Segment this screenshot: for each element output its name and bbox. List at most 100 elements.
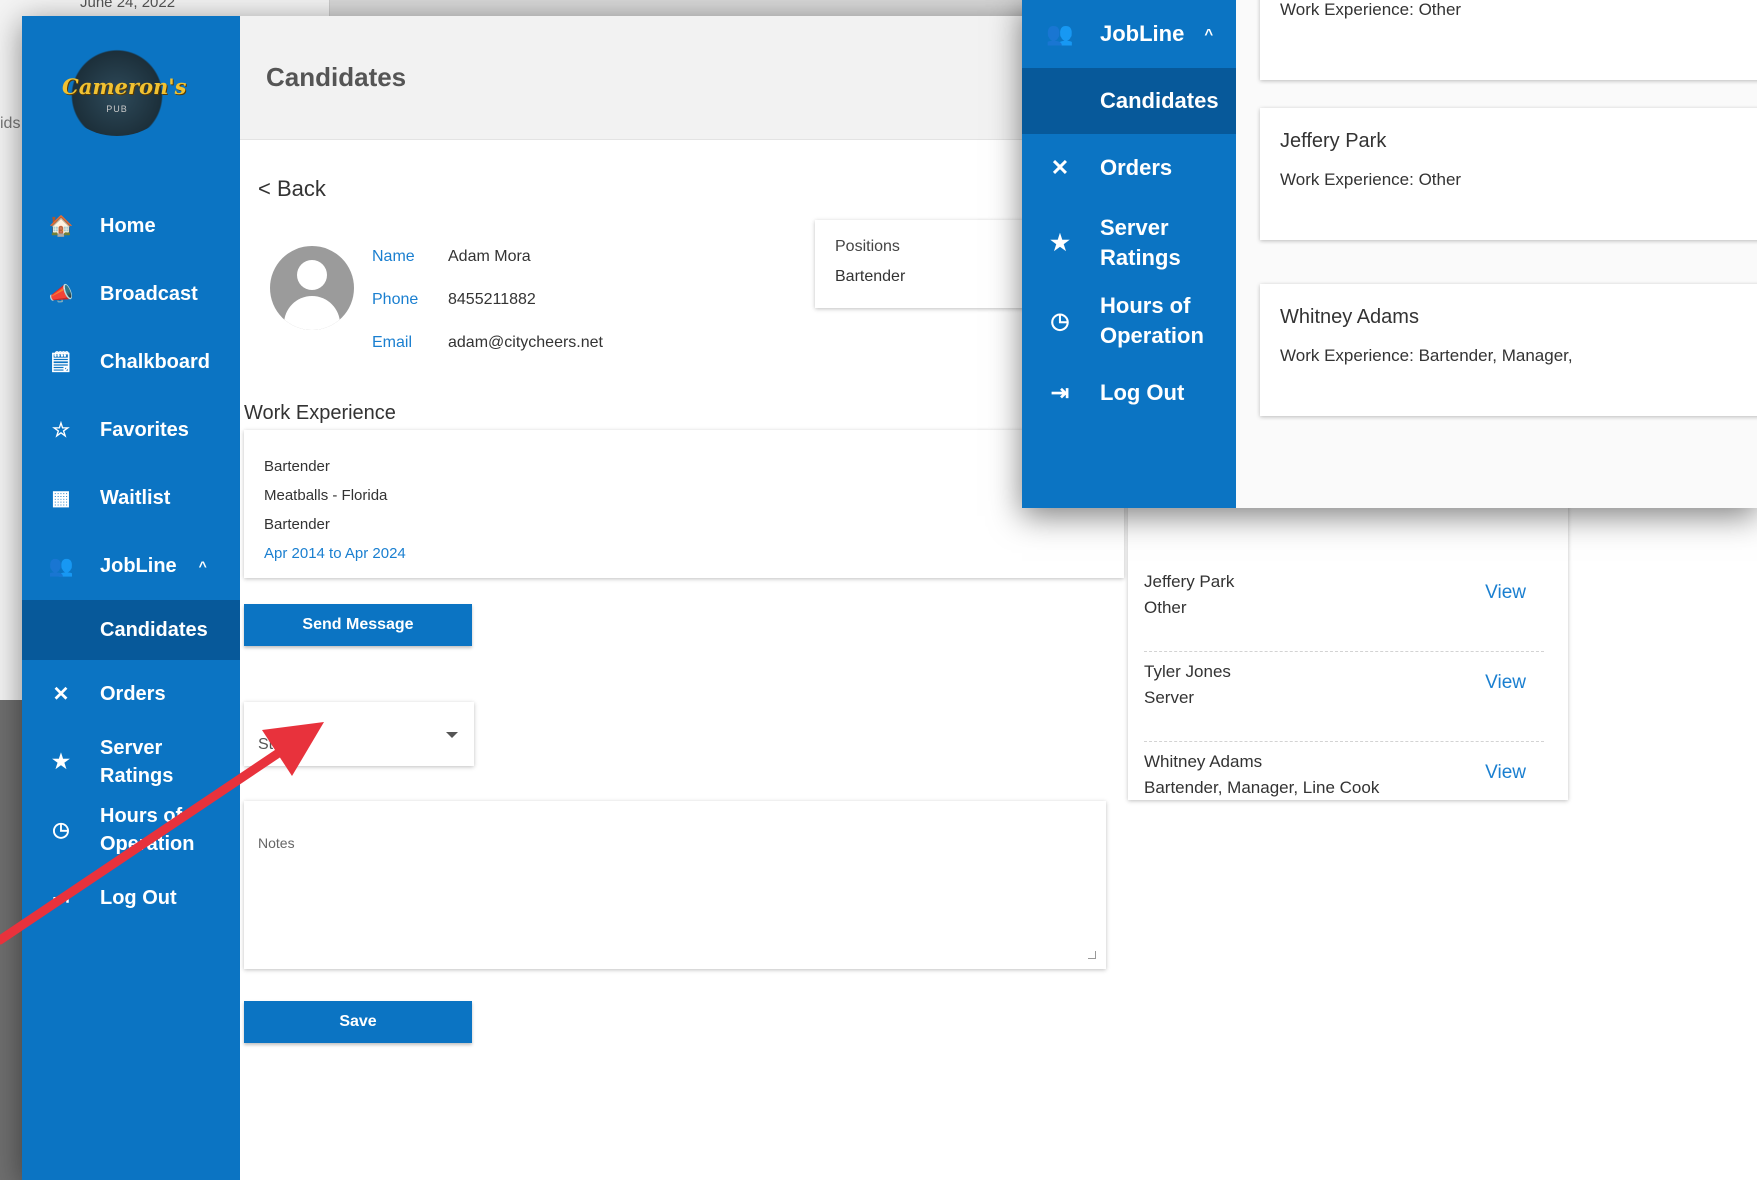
overlay-item-label: Log Out xyxy=(1100,380,1185,405)
sidebar-item-waitlist[interactable]: ▦ Waitlist xyxy=(22,464,240,532)
overlay-item-jobline[interactable]: 👥 JobLine ^ xyxy=(1022,0,1236,68)
overlay-item-hours[interactable]: ◷ Hours of Operation xyxy=(1022,282,1236,360)
sidebar-item-label: Orders xyxy=(100,682,166,705)
sidebar-item-label: Broadcast xyxy=(100,282,198,305)
candidate-list-card: Jeffery Park Other View Tyler Jones Serv… xyxy=(1128,500,1568,800)
candidate-email[interactable]: adam@citycheers.net xyxy=(448,334,603,352)
chevron-up-icon: ^ xyxy=(198,558,207,574)
list-item: Tyler Jones Server View xyxy=(1144,662,1544,742)
utensils-icon: ✕ xyxy=(1050,155,1070,180)
phone-label: Phone xyxy=(372,291,419,308)
overlay-candidate-card[interactable]: Jeffery Park Work Experience: Other xyxy=(1260,108,1757,240)
sidebar-item-logout[interactable]: ⇥ Log Out xyxy=(22,864,240,932)
overlay-item-label: JobLine xyxy=(1100,21,1185,46)
grid-icon: ▦ xyxy=(51,487,71,510)
chalkboard-icon: 🗒 xyxy=(48,351,74,374)
experience-company: Meatballs - Florida xyxy=(264,487,388,504)
positions-label: Positions xyxy=(835,238,900,255)
sidebar-item-chalkboard[interactable]: 🗒 Chalkboard xyxy=(22,328,240,396)
overlay-window: 👥 JobLine ^ Candidates ✕ Orders ★ Server… xyxy=(1022,0,1757,508)
avatar-body xyxy=(284,296,340,330)
back-link[interactable]: < Back xyxy=(258,176,326,202)
experience-title: Bartender xyxy=(264,458,330,475)
overlay-card-name: Jeffery Park xyxy=(1280,130,1387,152)
sidebar-item-label: Waitlist xyxy=(100,486,171,509)
overlay-item-orders[interactable]: ✕ Orders xyxy=(1022,134,1236,202)
send-message-button[interactable]: Send Message xyxy=(244,604,472,646)
logout-icon: ⇥ xyxy=(1050,380,1070,405)
sidebar-item-hours[interactable]: ◷ Hours of Operation xyxy=(22,796,240,864)
avatar xyxy=(270,246,354,330)
megaphone-icon: 📣 xyxy=(48,283,74,306)
view-link[interactable]: View xyxy=(1485,762,1526,784)
sidebar-item-jobline[interactable]: 👥 JobLine ^ xyxy=(22,532,240,600)
star-outline-icon: ☆ xyxy=(52,419,70,442)
sidebar-item-orders[interactable]: ✕ Orders xyxy=(22,660,240,728)
list-item: Jeffery Park Other View xyxy=(1144,572,1544,652)
save-button[interactable]: Save xyxy=(244,1001,472,1043)
sidebar: Cameron's PUB 🏠 Home 📣 Broadcast 🗒 Chalk… xyxy=(22,16,240,1180)
overlay-item-label: Hours of Operation xyxy=(1100,293,1204,348)
sidebar-item-home[interactable]: 🏠 Home xyxy=(22,192,240,260)
sidebar-item-label: Chalkboard xyxy=(100,350,211,373)
status-select[interactable]: Status xyxy=(244,702,474,766)
chevron-up-icon: ^ xyxy=(1204,25,1214,43)
overlay-card-experience: Work Experience: Bartender, Manager, xyxy=(1280,346,1573,365)
work-experience-title: Work Experience xyxy=(244,402,396,424)
overlay-item-logout[interactable]: ⇥ Log Out xyxy=(1022,360,1236,426)
experience-dates: Apr 2014 to Apr 2024 xyxy=(264,545,406,562)
candidate-phone: 8455211882 xyxy=(448,291,536,308)
view-link[interactable]: View xyxy=(1485,582,1526,604)
overlay-item-server-ratings[interactable]: ★ Server Ratings xyxy=(1022,204,1236,282)
background-text: ids xyxy=(0,115,21,132)
sidebar-item-label: JobLine xyxy=(100,554,177,577)
sidebar-item-favorites[interactable]: ☆ Favorites xyxy=(22,396,240,464)
list-item-role: Server xyxy=(1144,688,1195,707)
list-item-name: Tyler Jones xyxy=(1144,662,1231,681)
experience-role: Bartender xyxy=(264,516,330,533)
logo-sub: PUB xyxy=(106,104,128,114)
candidate-name: Adam Mora xyxy=(448,248,531,265)
star-rating-icon: ★ xyxy=(1050,230,1070,255)
positions-value: Bartender xyxy=(835,268,906,285)
sidebar-item-candidates[interactable]: Candidates xyxy=(22,600,240,660)
sidebar-item-broadcast[interactable]: 📣 Broadcast xyxy=(22,260,240,328)
sidebar-item-label: Candidates xyxy=(100,618,208,641)
home-icon: 🏠 xyxy=(48,215,74,238)
logout-icon: ⇥ xyxy=(52,887,70,910)
star-rating-icon: ★ xyxy=(52,751,70,773)
status-placeholder: Status xyxy=(258,736,304,753)
notes-placeholder: Notes xyxy=(258,835,295,851)
resize-handle-icon[interactable] xyxy=(1088,951,1096,959)
overlay-item-label: Candidates xyxy=(1100,88,1219,113)
overlay-card-experience: Work Experience: Other xyxy=(1280,0,1462,19)
sidebar-item-label: Favorites xyxy=(100,418,189,441)
sidebar-item-label: Log Out xyxy=(100,886,177,909)
overlay-item-label: Orders xyxy=(1100,155,1173,180)
view-link[interactable]: View xyxy=(1485,672,1526,694)
notes-textarea[interactable]: Notes xyxy=(244,801,1106,969)
list-item: Whitney Adams Bartender, Manager, Line C… xyxy=(1144,752,1544,832)
overlay-candidate-card[interactable]: Work Experience: Other xyxy=(1260,0,1757,80)
clock-icon: ◷ xyxy=(1050,308,1070,333)
list-item-role: Bartender, Manager, Line Cook xyxy=(1144,778,1380,797)
email-label: Email xyxy=(372,334,413,351)
list-item-role: Other xyxy=(1144,598,1187,617)
utensils-icon: ✕ xyxy=(52,683,70,706)
logo-text: Cameron's xyxy=(62,74,187,99)
dropdown-caret-icon xyxy=(446,732,458,738)
overlay-item-label: Server Ratings xyxy=(1100,215,1181,270)
list-item-name: Whitney Adams xyxy=(1144,752,1263,771)
background-date: June 24, 2022 xyxy=(80,0,176,11)
logo: Cameron's PUB xyxy=(62,46,187,136)
sidebar-item-server-ratings[interactable]: ★ Server Ratings xyxy=(22,728,240,796)
overlay-item-candidates[interactable]: Candidates xyxy=(1022,68,1236,134)
sidebar-item-label: Server Ratings xyxy=(100,737,174,787)
work-experience-card: Bartender Meatballs - Florida Bartender … xyxy=(244,430,1124,578)
overlay-card-experience: Work Experience: Other xyxy=(1280,170,1462,189)
overlay-candidate-card[interactable]: Whitney Adams Work Experience: Bartender… xyxy=(1260,284,1757,416)
sidebar-item-label: Hours of Operation xyxy=(100,805,195,855)
clock-icon: ◷ xyxy=(52,819,70,841)
sidebar-item-label: Home xyxy=(100,214,156,237)
sidebar-nav: 🏠 Home 📣 Broadcast 🗒 Chalkboard ☆ Favori… xyxy=(22,192,240,932)
